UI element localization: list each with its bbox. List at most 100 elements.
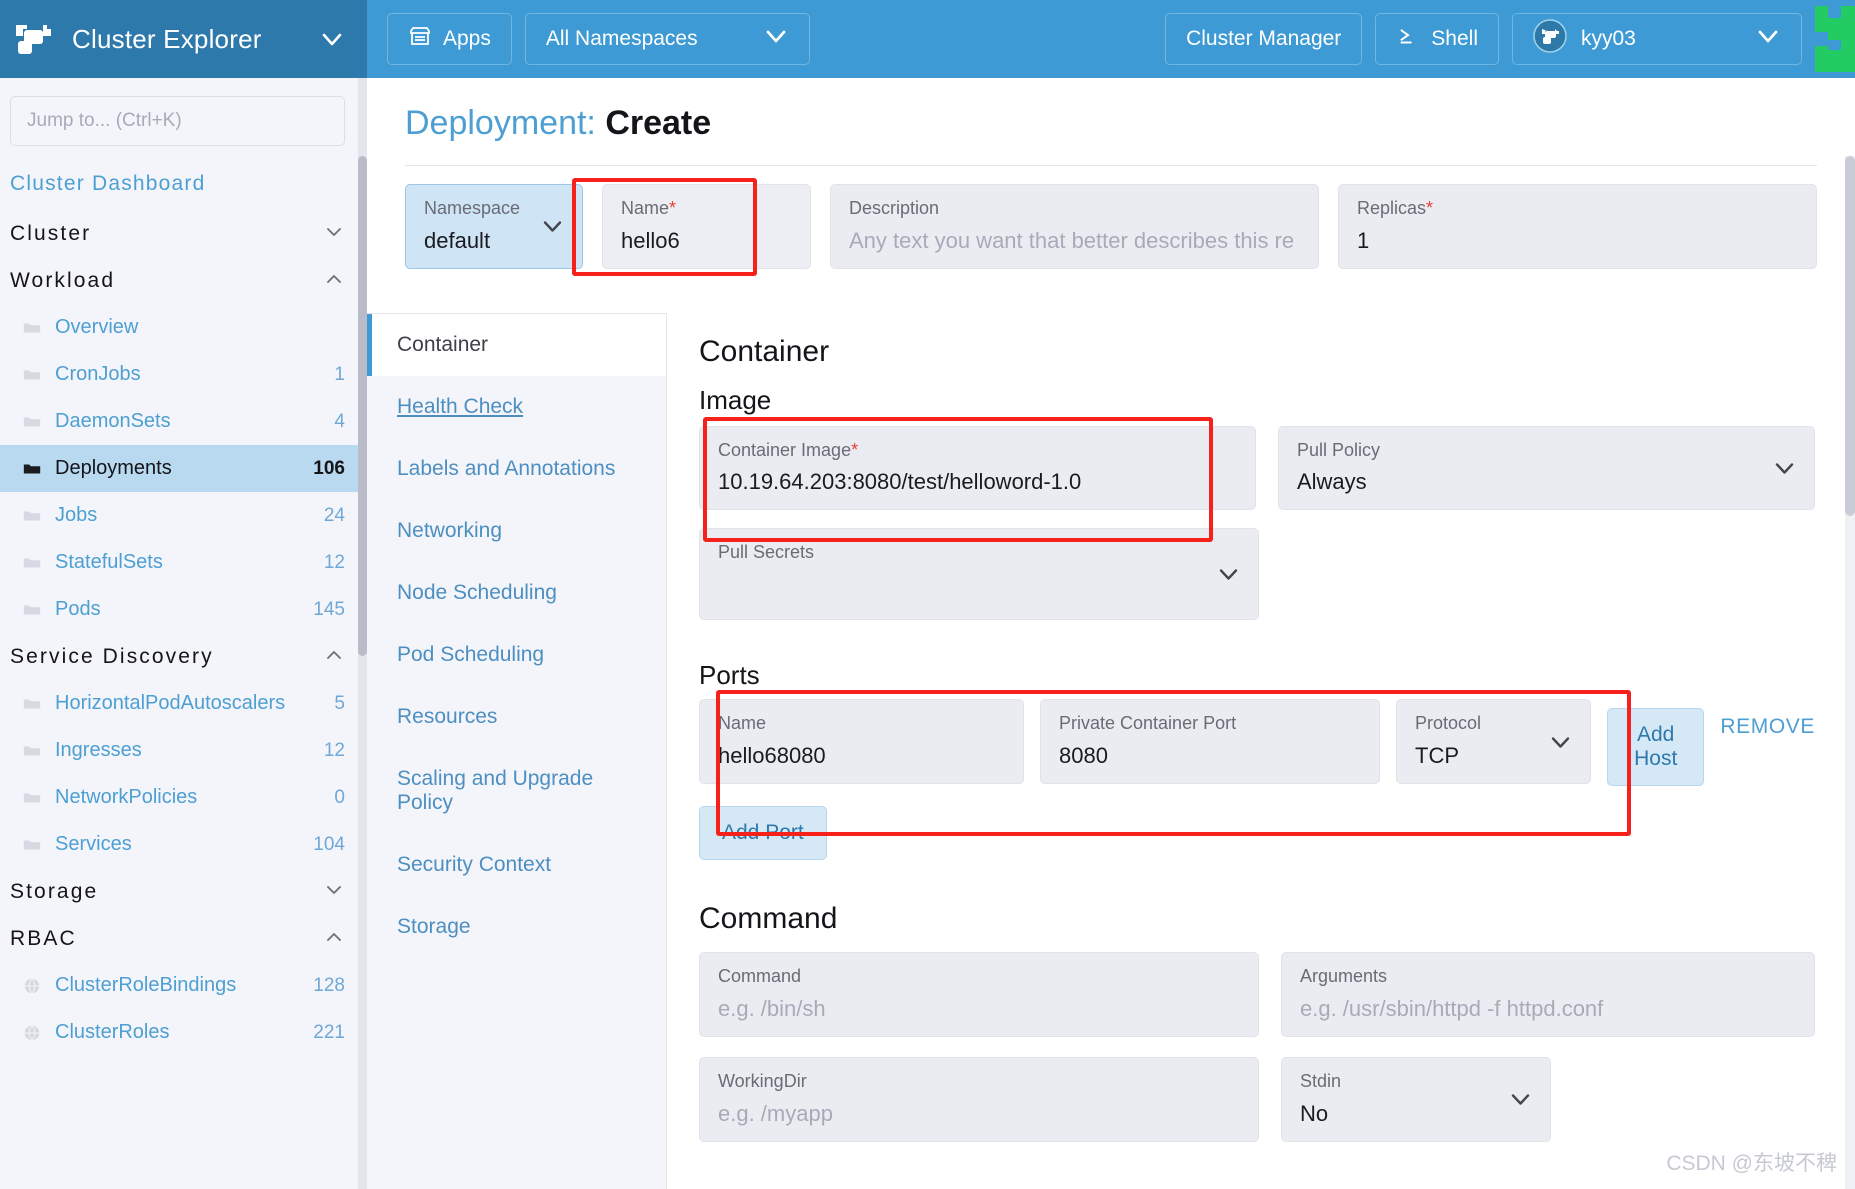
folder-icon <box>22 365 44 385</box>
sidebar-item-daemonsets[interactable]: DaemonSets 4 <box>0 398 367 445</box>
folder-icon <box>22 318 44 338</box>
tab-pod-scheduling[interactable]: Pod Scheduling <box>367 624 666 686</box>
sidebar-item-services[interactable]: Services 104 <box>0 821 367 868</box>
sidebar-group-storage[interactable]: Storage <box>0 868 367 915</box>
watermark: CSDN @东坡不稗 <box>1666 1152 1837 1175</box>
search-input[interactable] <box>10 96 345 146</box>
sidebar-item-horizontalpodautoscalers[interactable]: HorizontalPodAutoscalers 5 <box>0 680 367 727</box>
namespace-filter-dropdown[interactable]: All Namespaces <box>524 13 810 65</box>
page-scrollbar-track[interactable] <box>1845 156 1855 1189</box>
sidebar-scrollbar-track[interactable] <box>358 78 367 1189</box>
tab-resources[interactable]: Resources <box>367 686 666 748</box>
arguments-field[interactable]: Arguments e.g. /usr/sbin/httpd -f httpd.… <box>1281 952 1815 1038</box>
chevron-up-icon <box>323 268 345 293</box>
add-port-button[interactable]: Add Port <box>699 806 827 861</box>
sidebar-item-label: Pods <box>55 598 101 620</box>
pull-policy-select[interactable]: Pull Policy Always <box>1277 425 1815 511</box>
terminal-prompt-icon <box>1396 24 1420 54</box>
apps-button[interactable]: Apps <box>387 13 512 65</box>
namespace-filter-label: All Namespaces <box>545 27 698 50</box>
workingdir-field[interactable]: WorkingDir e.g. /myapp <box>699 1057 1259 1142</box>
stdin-value: No <box>1300 1100 1329 1126</box>
sidebar-scrollbar-thumb[interactable] <box>358 156 367 656</box>
port-name-field[interactable]: Name hello68080 <box>699 699 1024 785</box>
stdin-select[interactable]: Stdin No <box>1281 1057 1551 1142</box>
sidebar-group-service-discovery[interactable]: Service Discovery <box>0 633 367 680</box>
sidebar-group-cluster[interactable]: Cluster <box>0 210 367 257</box>
page-scrollbar-thumb[interactable] <box>1845 156 1855 516</box>
sidebar-item-networkpolicies[interactable]: NetworkPolicies 0 <box>0 774 367 821</box>
sidebar-item-count: 104 <box>313 833 345 855</box>
folder-icon <box>22 553 44 573</box>
sidebar-item-label: StatefulSets <box>55 551 163 573</box>
pull-secrets-label: Pull Secrets <box>718 542 815 563</box>
sidebar-item-label: DaemonSets <box>55 410 171 432</box>
command-label: Command <box>718 966 802 987</box>
remove-port-link[interactable]: REMOVE <box>1720 699 1815 739</box>
sidebar-item-label: Deployments <box>55 457 172 479</box>
replicas-value: 1 <box>1357 227 1370 253</box>
sidebar-item-label: Ingresses <box>55 739 142 761</box>
tab-security-context[interactable]: Security Context <box>367 834 666 896</box>
chevron-down-icon <box>1216 562 1241 587</box>
description-field[interactable]: Description Any text you want that bette… <box>830 184 1319 269</box>
chevron-down-icon <box>323 221 345 246</box>
sidebar-item-overview[interactable]: Overview <box>0 304 367 351</box>
image-field-row: Container Image* 10.19.64.203:8080/test/… <box>699 425 1815 511</box>
sidebar-item-jobs[interactable]: Jobs 24 <box>0 492 367 539</box>
sidebar-item-deployments[interactable]: Deployments 106 <box>0 445 367 492</box>
chevron-down-icon[interactable] <box>319 26 345 52</box>
header-field-row: Namespace default Name* hello6 Descripti… <box>367 166 1855 269</box>
sidebar-item-count: 1 <box>334 363 345 385</box>
tab-container[interactable]: Container <box>367 313 666 376</box>
sidebar-item-cronjobs[interactable]: CronJobs 1 <box>0 351 367 398</box>
tab-scaling-and-upgrade-policy[interactable]: Scaling and Upgrade Policy <box>367 748 666 834</box>
chevron-down-icon <box>763 23 789 55</box>
tab-labels-and-annotations[interactable]: Labels and Annotations <box>367 438 666 500</box>
port-row: Name hello68080 Private Container Port 8… <box>699 699 1815 787</box>
sidebar-item-count: 145 <box>313 598 345 620</box>
sidebar-group-workload[interactable]: Workload <box>0 257 367 304</box>
sidebar-item-ingresses[interactable]: Ingresses 12 <box>0 727 367 774</box>
tab-health-check[interactable]: Health Check <box>367 376 666 438</box>
cluster-manager-button[interactable]: Cluster Manager <box>1165 13 1363 65</box>
namespace-select[interactable]: Namespace default <box>405 184 583 269</box>
chevron-down-icon <box>540 214 565 239</box>
sidebar-group-label: Storage <box>10 879 99 903</box>
sidebar-item-pods[interactable]: Pods 145 <box>0 586 367 633</box>
sidebar-item-clusterroles[interactable]: ClusterRoles 221 <box>0 1009 367 1056</box>
pull-secrets-select[interactable]: Pull Secrets <box>699 528 1259 621</box>
folder-icon <box>22 506 44 526</box>
sidebar-item-count: 24 <box>323 504 345 526</box>
sidebar-item-cluster-dashboard[interactable]: Cluster Dashboard <box>0 160 367 210</box>
sidebar-item-label: HorizontalPodAutoscalers <box>55 692 286 714</box>
private-container-port-field[interactable]: Private Container Port 8080 <box>1040 699 1380 785</box>
page-title: Deployment: Create <box>367 78 1855 143</box>
tab-storage[interactable]: Storage <box>367 896 666 958</box>
tab-label: Storage <box>397 914 471 938</box>
chevron-down-icon <box>323 879 345 904</box>
command-field[interactable]: Command e.g. /bin/sh <box>699 952 1259 1038</box>
sidebar-item-statefulsets[interactable]: StatefulSets 12 <box>0 539 367 586</box>
sidebar-item-clusterrolebindings[interactable]: ClusterRoleBindings 128 <box>0 962 367 1009</box>
sidebar-item-label: ClusterRoleBindings <box>55 974 237 996</box>
container-image-value: 10.19.64.203:8080/test/helloword-1.0 <box>718 469 1082 495</box>
private-container-port-label: Private Container Port <box>1059 713 1237 734</box>
protocol-select[interactable]: Protocol TCP <box>1396 699 1591 785</box>
sidebar-item-count: 5 <box>334 692 345 714</box>
tab-networking[interactable]: Networking <box>367 500 666 562</box>
name-field[interactable]: Name* hello6 <box>602 184 811 269</box>
container-image-field[interactable]: Container Image* 10.19.64.203:8080/test/… <box>699 425 1256 511</box>
chevron-down-icon <box>1755 23 1781 55</box>
sidebar-group-rbac[interactable]: RBAC <box>0 915 367 962</box>
command-section-title: Command <box>699 902 838 936</box>
tab-label: Scaling and Upgrade Policy <box>397 766 594 814</box>
replicas-field[interactable]: Replicas* 1 <box>1338 184 1817 269</box>
shell-button[interactable]: Shell <box>1375 13 1499 65</box>
cluster-selector[interactable]: kyy03 <box>1512 13 1802 65</box>
tab-node-scheduling[interactable]: Node Scheduling <box>367 562 666 624</box>
folder-icon <box>22 600 44 620</box>
add-host-button[interactable]: Add Host <box>1607 708 1705 787</box>
brand-header[interactable]: Cluster Explorer <box>0 0 367 78</box>
brand-title: Cluster Explorer <box>72 23 262 54</box>
